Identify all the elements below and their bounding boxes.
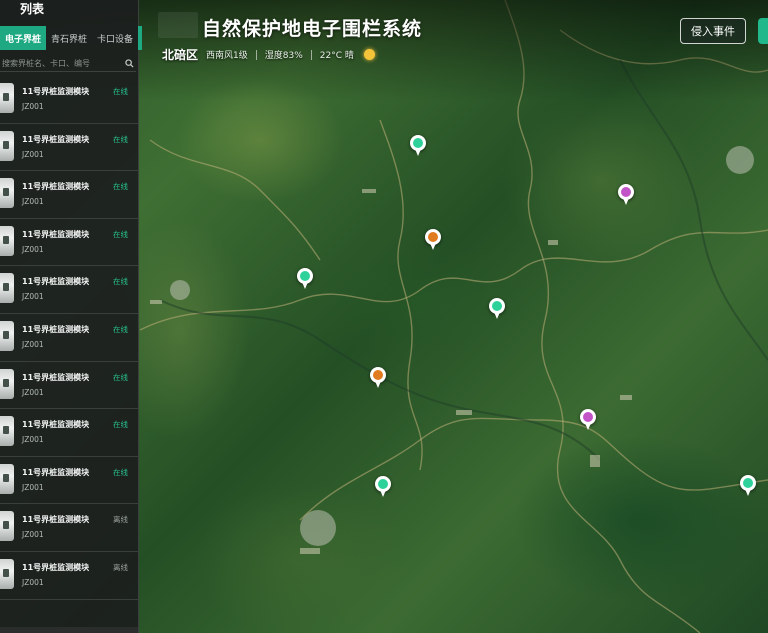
stake-thumbnail bbox=[0, 273, 14, 304]
list-item[interactable]: 11号界桩监测模块 JZ001 在线 bbox=[0, 124, 138, 172]
pin-tip bbox=[302, 282, 308, 289]
pin-tip bbox=[745, 489, 751, 496]
app-root: 自然保护地电子围栏系统 北碚区 西南风1级 湿度83% 22°C 晴 侵入事件 … bbox=[0, 0, 768, 633]
item-name: 11号界桩监测模块 bbox=[22, 134, 90, 144]
search-icon[interactable] bbox=[122, 56, 136, 70]
status-badge: 在线 bbox=[113, 324, 128, 334]
item-code: JZ001 bbox=[22, 482, 44, 492]
pin-tip bbox=[585, 423, 591, 430]
item-name: 11号界桩监测模块 bbox=[22, 562, 90, 572]
wind-label: 西南风1级 bbox=[206, 51, 248, 61]
list-item[interactable]: 11号界桩监测模块 JZ001 在线 bbox=[0, 171, 138, 219]
item-code: JZ001 bbox=[22, 339, 44, 349]
stake-thumbnail bbox=[0, 463, 14, 494]
list-item[interactable]: 11号界桩监测模块 JZ001 在线 bbox=[0, 219, 138, 267]
temperature-label: 22°C 晴 bbox=[319, 51, 354, 61]
status-badge: 在线 bbox=[113, 229, 128, 239]
map-marker-online[interactable] bbox=[740, 475, 756, 497]
item-code: JZ001 bbox=[22, 387, 44, 397]
status-badge: 在线 bbox=[113, 182, 128, 192]
search-input[interactable] bbox=[0, 56, 122, 70]
list-item[interactable]: 11号界桩监测模块 JZ001 在线 bbox=[0, 409, 138, 457]
status-badge: 在线 bbox=[113, 134, 128, 144]
sun-icon bbox=[363, 49, 375, 60]
list-item[interactable]: 11号界桩监测模块 JZ001 在线 bbox=[0, 266, 138, 314]
item-name: 11号界桩监测模块 bbox=[22, 420, 90, 430]
status-badge: 在线 bbox=[113, 87, 128, 96]
map-marker-alert[interactable] bbox=[580, 409, 596, 431]
side-toggle-button[interactable] bbox=[758, 18, 768, 44]
map-marker-alert[interactable] bbox=[618, 184, 634, 206]
list-item[interactable]: 11号界桩监测模块 JZ001 在线 bbox=[0, 457, 138, 505]
pin-tip bbox=[494, 312, 500, 319]
map-marker-online[interactable] bbox=[410, 135, 426, 157]
tab-checkpoint-device[interactable]: 卡口设备 bbox=[92, 26, 138, 50]
tab-stone-stake[interactable]: 青石界桩 bbox=[46, 26, 92, 50]
status-badge: 离线 bbox=[113, 562, 128, 572]
stake-thumbnail bbox=[0, 320, 14, 351]
item-name: 11号界桩监测模块 bbox=[22, 324, 90, 334]
search-bar bbox=[0, 55, 136, 72]
list-item[interactable]: 11号界桩监测模块 JZ001 离线 bbox=[0, 504, 138, 552]
list-item[interactable]: 11号界桩监测模块 JZ001 离线 bbox=[0, 552, 138, 600]
pin-tip bbox=[623, 198, 629, 205]
list-item[interactable]: 11号界桩监测模块 JZ001 在线 bbox=[0, 76, 138, 124]
stake-thumbnail bbox=[0, 558, 14, 589]
pin-tip bbox=[430, 243, 436, 250]
item-name: 11号界桩监测模块 bbox=[22, 277, 90, 287]
item-name: 11号界桩监测模块 bbox=[22, 467, 90, 477]
item-code: JZ001 bbox=[22, 149, 44, 159]
panel-title: 列表 bbox=[20, 2, 45, 16]
device-list: 11号界桩监测模块 JZ001 在线 11号界桩监测模块 JZ001 在线 11号界桩监测模… bbox=[0, 76, 138, 600]
stake-thumbnail bbox=[0, 225, 14, 256]
item-code: JZ001 bbox=[22, 577, 44, 587]
item-name: 11号界桩监测模块 bbox=[22, 229, 90, 239]
status-badge: 离线 bbox=[113, 515, 128, 525]
stake-thumbnail bbox=[0, 83, 14, 113]
item-name: 11号界桩监测模块 bbox=[22, 515, 90, 525]
stake-thumbnail bbox=[0, 368, 14, 399]
active-tab-edge bbox=[138, 26, 142, 50]
map-marker-online[interactable] bbox=[489, 298, 505, 320]
divider bbox=[310, 49, 312, 60]
item-name: 11号界桩监测模块 bbox=[22, 182, 90, 192]
item-code: JZ001 bbox=[22, 244, 44, 254]
status-badge: 在线 bbox=[113, 372, 128, 382]
stake-thumbnail bbox=[0, 416, 14, 447]
map-marker-warning[interactable] bbox=[425, 229, 441, 251]
humidity-label: 湿度83% bbox=[264, 51, 303, 61]
item-code: JZ001 bbox=[22, 102, 44, 111]
item-code: JZ001 bbox=[22, 197, 44, 207]
pin-tip bbox=[415, 149, 421, 156]
district-label: 北碚区 bbox=[162, 48, 199, 62]
item-name: 11号界桩监测模块 bbox=[22, 87, 90, 96]
status-badge: 在线 bbox=[113, 277, 128, 287]
tab-bar: 电子界桩 青石界桩 卡口设备 bbox=[0, 26, 138, 50]
pin-tip bbox=[380, 490, 386, 497]
tab-electronic-stake[interactable]: 电子界桩 bbox=[0, 26, 46, 50]
logo bbox=[158, 12, 198, 38]
stake-thumbnail bbox=[0, 130, 14, 161]
status-badge: 在线 bbox=[113, 420, 128, 430]
page-title: 自然保护地电子围栏系统 bbox=[202, 18, 423, 40]
map-marker-online[interactable] bbox=[297, 268, 313, 290]
map-marker-warning[interactable] bbox=[370, 367, 386, 389]
stake-thumbnail bbox=[0, 511, 14, 542]
pin-tip bbox=[375, 381, 381, 388]
weather-bar: 北碚区 西南风1级 湿度83% 22°C 晴 bbox=[162, 46, 375, 63]
map-marker-online[interactable] bbox=[375, 476, 391, 498]
item-code: JZ001 bbox=[22, 292, 44, 302]
item-name: 11号界桩监测模块 bbox=[22, 372, 90, 382]
list-item[interactable]: 11号界桩监测模块 JZ001 在线 bbox=[0, 314, 138, 362]
item-code: JZ001 bbox=[22, 530, 44, 540]
intrusion-event-button[interactable]: 侵入事件 bbox=[680, 18, 746, 44]
stake-thumbnail bbox=[0, 178, 14, 209]
list-item[interactable]: 11号界桩监测模块 JZ001 在线 bbox=[0, 362, 138, 410]
item-code: JZ001 bbox=[22, 435, 44, 445]
device-list-panel: 列表 电子界桩 青石界桩 卡口设备 11号界桩监测模块JZ001在线11号界桩监… bbox=[0, 0, 139, 633]
divider bbox=[255, 49, 257, 60]
status-badge: 在线 bbox=[113, 467, 128, 477]
panel-bottom-bar bbox=[0, 627, 138, 633]
